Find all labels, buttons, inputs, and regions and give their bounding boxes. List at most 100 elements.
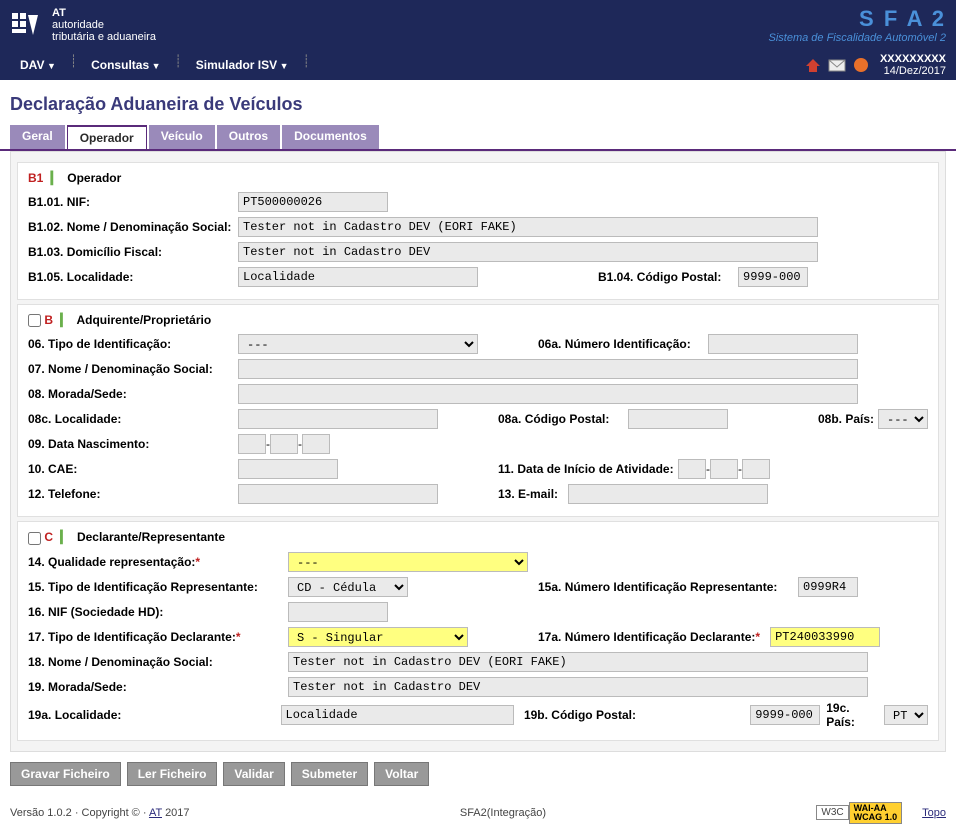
b-07-label: 07. Nome / Denominação Social: (28, 362, 238, 376)
logout-icon[interactable] (852, 57, 870, 73)
b-08a-cp[interactable] (628, 409, 728, 429)
b-checkbox[interactable] (28, 314, 41, 327)
c-15-label: 15. Tipo de Identificação Representante: (28, 580, 288, 594)
section-c: C ▎ Declarante/Representante 14. Qualida… (17, 521, 939, 740)
gravar-ficheiro-button[interactable]: Gravar Ficheiro (10, 762, 121, 786)
c-18-nome[interactable] (288, 652, 868, 672)
tab-veiculo[interactable]: Veículo (149, 125, 215, 149)
footer-center: SFA2(Integração) (460, 807, 546, 819)
b-12-telefone[interactable] (238, 484, 438, 504)
w3c-badge[interactable]: W3C WAI-AA WCAG 1.0 (816, 802, 902, 824)
b-08a-label: 08a. Código Postal: (498, 412, 628, 426)
ler-ficheiro-button[interactable]: Ler Ficheiro (127, 762, 218, 786)
buttons-bar: Gravar Ficheiro Ler Ficheiro Validar Sub… (0, 752, 956, 796)
c-14-qualidade[interactable]: --- (288, 552, 528, 572)
b-11-y[interactable] (742, 459, 770, 479)
mail-icon[interactable] (828, 57, 846, 73)
c-title: Declarante/Representante (77, 530, 225, 544)
c-17a-num-id-dec[interactable] (770, 627, 880, 647)
org-line3: tributária e aduaneira (52, 31, 156, 43)
submeter-button[interactable]: Submeter (291, 762, 368, 786)
nav-consultas[interactable]: Consultas (81, 54, 170, 76)
tab-outros[interactable]: Outros (217, 125, 280, 149)
b-06a-num-id[interactable] (708, 334, 858, 354)
app-subtitle: Sistema de Fiscalidade Automóvel 2 (768, 32, 946, 44)
c-15-tipo-id-rep[interactable]: CD - Cédula (288, 577, 408, 597)
voltar-button[interactable]: Voltar (374, 762, 429, 786)
c-19b-cp[interactable] (750, 705, 820, 725)
app-header: AT autoridade tributária e aduaneira S F… (0, 0, 956, 50)
b1-code: B1 (28, 171, 43, 185)
c-19b-label: 19b. Código Postal: (524, 708, 650, 722)
b-06-label: 06. Tipo de Identificação: (28, 337, 238, 351)
nav-simulador[interactable]: Simulador ISV (186, 54, 299, 76)
b1-03-domicilio[interactable] (238, 242, 818, 262)
current-date: 14/Dez/2017 (880, 65, 946, 77)
b1-title: Operador (67, 171, 121, 185)
c-code: C (44, 530, 53, 544)
b-06a-label: 06a. Número Identificação: (538, 337, 708, 351)
c-19a-localidade[interactable] (281, 705, 514, 725)
b-09-y[interactable] (302, 434, 330, 454)
c-16-nif-hd[interactable] (288, 602, 388, 622)
b1-02-nome[interactable] (238, 217, 818, 237)
c-checkbox[interactable] (28, 532, 41, 545)
b-09-d[interactable] (238, 434, 266, 454)
b-code: B (44, 313, 53, 327)
b1-01-nif[interactable] (238, 192, 388, 212)
user-info: XXXXXXXXX 14/Dez/2017 (880, 53, 946, 77)
b-07-nome[interactable] (238, 359, 858, 379)
org-line1: AT (52, 7, 156, 19)
logo-text: AT autoridade tributária e aduaneira (52, 7, 156, 43)
footer-version: Versão 1.0.2 · Copyright © · (10, 807, 149, 819)
nav-sep: ┊ (70, 54, 77, 76)
b-08b-pais[interactable]: --- (878, 409, 928, 429)
topo-link[interactable]: Topo (922, 807, 946, 819)
c-19c-pais[interactable]: PT (884, 705, 928, 725)
footer-left: Versão 1.0.2 · Copyright © · AT 2017 (10, 807, 190, 819)
c-15a-num-id-rep[interactable] (798, 577, 858, 597)
b1-05-localidade[interactable] (238, 267, 478, 287)
wai-text: WAI-AA WCAG 1.0 (849, 802, 903, 824)
tab-operador[interactable]: Operador (67, 125, 147, 149)
b-10-cae[interactable] (238, 459, 338, 479)
section-b1: B1 ▎ Operador B1.01. NIF: B1.02. Nome / … (17, 162, 939, 300)
nav-icons (804, 57, 870, 73)
nav-dav[interactable]: DAV (10, 54, 66, 76)
b-13-email[interactable] (568, 484, 768, 504)
b1-01-label: B1.01. NIF: (28, 195, 238, 209)
form-area: B1 ▎ Operador B1.01. NIF: B1.02. Nome / … (10, 151, 946, 752)
b-06-tipo-id[interactable]: --- (238, 334, 478, 354)
navbar: DAV ┊ Consultas ┊ Simulador ISV ┊ XXXXXX… (0, 50, 956, 80)
section-bar: ▎ (60, 313, 69, 327)
b-10-label: 10. CAE: (28, 462, 238, 476)
b-11-m[interactable] (710, 459, 738, 479)
home-icon[interactable] (804, 57, 822, 73)
nav-sep: ┊ (303, 54, 310, 76)
c-17-tipo-id-dec[interactable]: S - Singular (288, 627, 468, 647)
section-b1-header: B1 ▎ Operador (28, 171, 928, 185)
b-11-label: 11. Data de Início de Atividade: (498, 462, 678, 476)
nav-left: DAV ┊ Consultas ┊ Simulador ISV ┊ (10, 54, 310, 76)
c-19a-label: 19a. Localidade: (28, 708, 281, 722)
c-16-label: 16. NIF (Sociedade HD): (28, 605, 288, 619)
b-08-label: 08. Morada/Sede: (28, 387, 238, 401)
c-15a-label: 15a. Número Identificação Representante: (538, 580, 798, 594)
b-08-morada[interactable] (238, 384, 858, 404)
b1-04-cp[interactable] (738, 267, 808, 287)
b-09-m[interactable] (270, 434, 298, 454)
c-19-morada[interactable] (288, 677, 868, 697)
logo-icon (10, 7, 46, 43)
tab-geral[interactable]: Geral (10, 125, 65, 149)
b-08c-localidade[interactable] (238, 409, 438, 429)
section-c-header: C ▎ Declarante/Representante (28, 530, 928, 544)
user-name: XXXXXXXXX (880, 53, 946, 65)
footer-at-link[interactable]: AT (149, 807, 162, 819)
validar-button[interactable]: Validar (223, 762, 284, 786)
c-18-label: 18. Nome / Denominação Social: (28, 655, 288, 669)
c-19-label: 19. Morada/Sede: (28, 680, 288, 694)
tab-documentos[interactable]: Documentos (282, 125, 379, 149)
c-19c-label: 19c. País: (826, 701, 880, 729)
b-11-d[interactable] (678, 459, 706, 479)
section-b-header: B ▎ Adquirente/Proprietário (28, 313, 928, 327)
